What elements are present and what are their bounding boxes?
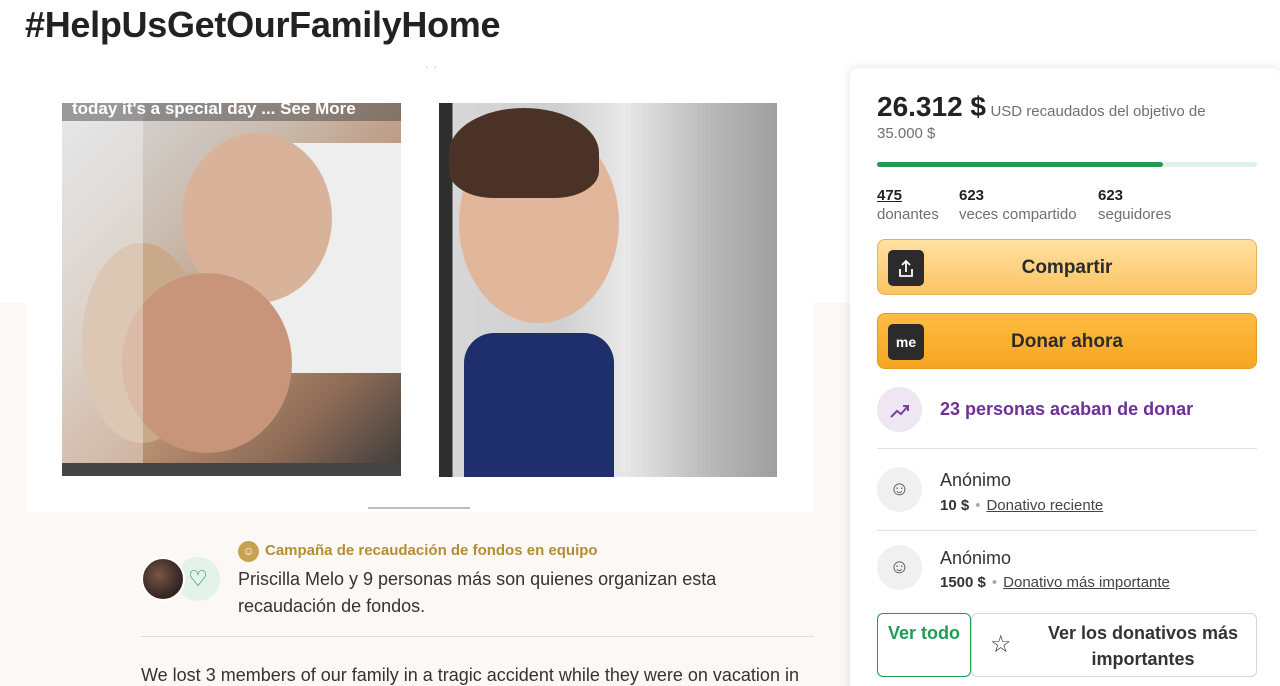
see-top-donations-label: Ver los donativos más importantes bbox=[1047, 623, 1239, 669]
organizer-description: Priscilla Melo y 9 personas más son quie… bbox=[238, 569, 717, 616]
see-top-donations-button[interactable]: ☆ Ver los donativos más importantes bbox=[971, 613, 1257, 677]
star-icon: ☆ bbox=[990, 631, 1012, 658]
section-divider bbox=[141, 636, 814, 637]
donation-sidebar: 26.312 $ USD recaudados del objetivo de … bbox=[850, 68, 1280, 686]
donor-icon: ☺ bbox=[877, 545, 922, 590]
stat-shares-label: veces compartido bbox=[959, 206, 1077, 223]
gofundme-logo-icon: me bbox=[888, 324, 924, 360]
donor-amount: 1500 $ bbox=[940, 574, 986, 591]
share-button-label: Compartir bbox=[1021, 257, 1113, 278]
donate-button-label: Donar ahora bbox=[1011, 331, 1123, 352]
stat-donors-value[interactable]: 475 bbox=[877, 186, 939, 205]
recent-donations-label[interactable]: 23 personas acaban de donar bbox=[940, 399, 1193, 420]
amount-raised-block: 26.312 $ USD recaudados del objetivo de … bbox=[877, 93, 1257, 145]
gallery-page-indicator[interactable] bbox=[368, 507, 470, 509]
organizer-avatar[interactable] bbox=[141, 557, 185, 601]
family-photo-left: today it's a special day ... See More bbox=[62, 103, 401, 476]
story-text: We lost 3 members of our family in a tra… bbox=[141, 665, 799, 685]
goal-amount: 35.000 $ bbox=[877, 125, 936, 142]
see-all-button[interactable]: Ver todo bbox=[877, 613, 971, 677]
stat-donors[interactable]: 475 donantes bbox=[877, 186, 939, 224]
campaign-title: #HelpUsGetOurFamilyHome bbox=[25, 4, 501, 45]
stat-followers-label: seguidores bbox=[1098, 206, 1172, 223]
stat-followers-value: 623 bbox=[1098, 187, 1124, 204]
recent-donation-link[interactable]: Donativo reciente bbox=[986, 497, 1103, 514]
photo-caption: today it's a special day ... See More bbox=[62, 103, 401, 121]
trending-up-icon bbox=[877, 387, 922, 432]
amount-raised-suffix: USD recaudados del objetivo de bbox=[990, 103, 1206, 120]
donor-name: Anónimo bbox=[940, 470, 1012, 490]
stat-donors-label: donantes bbox=[877, 206, 939, 223]
team-campaign-label: Campaña de recaudación de fondos en equi… bbox=[265, 542, 598, 559]
photo-gallery[interactable]: · · today it's a special day ... See Mor… bbox=[26, 58, 814, 512]
sidebar-divider bbox=[877, 530, 1257, 531]
gallery-top-text: · · bbox=[424, 58, 438, 74]
share-icon bbox=[888, 250, 924, 286]
amount-raised: 26.312 $ bbox=[877, 91, 986, 122]
progress-bar-fill bbox=[877, 162, 1163, 167]
stat-followers: 623 seguidores bbox=[1098, 186, 1171, 224]
donor-icon: ☺ bbox=[877, 467, 922, 512]
team-icon: ☺ bbox=[238, 541, 259, 562]
donor-amount: 10 $ bbox=[940, 497, 970, 514]
child-photo-right bbox=[439, 103, 777, 477]
donate-now-button[interactable]: me Donar ahora bbox=[877, 313, 1257, 369]
donor-meta: 1500 $ • Donativo más importante bbox=[940, 574, 1170, 591]
stat-shares: 623 veces compartido bbox=[959, 186, 1077, 224]
stat-shares-value: 623 bbox=[959, 187, 985, 204]
top-donation-link[interactable]: Donativo más importante bbox=[1003, 574, 1170, 591]
sidebar-divider bbox=[877, 448, 1257, 449]
donor-name: Anónimo bbox=[940, 548, 1012, 568]
donor-meta: 10 $ • Donativo reciente bbox=[940, 497, 1104, 514]
progress-bar bbox=[877, 162, 1257, 167]
share-button[interactable]: Compartir bbox=[877, 239, 1257, 295]
